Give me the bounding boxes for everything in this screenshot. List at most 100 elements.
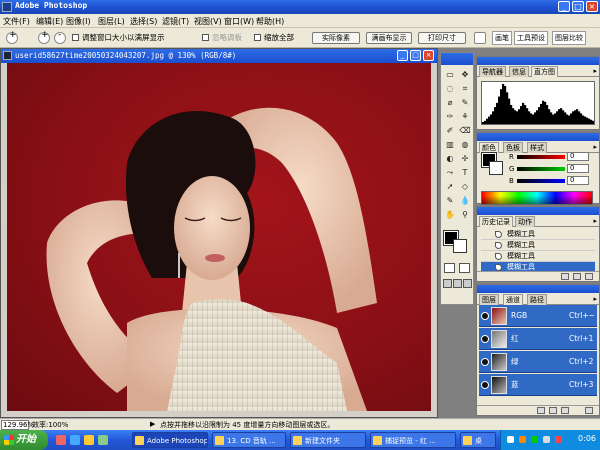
print-size-button[interactable]: 打印尺寸 — [418, 32, 466, 44]
tab-channels[interactable]: 通道 — [503, 294, 523, 305]
tool-icon[interactable]: ▭ — [444, 69, 456, 81]
eye-icon[interactable] — [481, 335, 489, 343]
vertical-scrollbar[interactable] — [431, 63, 437, 411]
maximize-button[interactable]: □ — [572, 1, 584, 12]
menu-view[interactable]: 视图(V) — [194, 16, 222, 27]
tool-icon[interactable]: ✥ — [459, 69, 471, 81]
tool-icon[interactable]: ✋ — [444, 209, 456, 221]
standard-mode-icon[interactable] — [444, 263, 455, 273]
tab-styles[interactable]: 样式 — [527, 142, 547, 153]
tool-icon[interactable]: ⚲ — [459, 209, 471, 221]
red-value[interactable]: 0 — [567, 152, 589, 161]
tool-icon[interactable]: ▥ — [444, 139, 456, 151]
horizontal-scrollbar[interactable] — [7, 411, 431, 417]
screen-mode-standard-icon[interactable] — [443, 279, 452, 288]
resize-window-checkbox[interactable] — [72, 34, 79, 41]
tab-swatches[interactable]: 色板 — [503, 142, 523, 153]
start-button[interactable]: 开始 — [0, 430, 48, 450]
menu-file[interactable]: 文件(F) — [3, 16, 30, 27]
image-canvas[interactable] — [7, 63, 431, 411]
tool-icon[interactable]: ✑ — [444, 111, 456, 123]
doc-minimize-button[interactable]: _ — [397, 50, 408, 61]
blue-slider[interactable] — [517, 179, 565, 183]
tool-icon[interactable]: ✎ — [459, 97, 471, 109]
doc-close-button[interactable]: × — [423, 50, 434, 61]
eye-icon[interactable] — [481, 312, 489, 320]
history-state[interactable]: 模糊工具 — [481, 251, 595, 262]
tool-icon[interactable]: ⌗ — [459, 83, 471, 95]
red-slider[interactable] — [517, 155, 565, 159]
task-capture-preview[interactable]: 捕捉预览 - 红 ... — [370, 432, 456, 448]
menu-window[interactable]: 窗口(W) — [224, 16, 254, 27]
channel-row-green[interactable]: 绿 Ctrl+2 — [479, 351, 597, 373]
status-menu-arrow[interactable]: ▶ — [150, 420, 155, 428]
palette-tab-tool-presets[interactable]: 工具预设 — [514, 31, 548, 45]
tray-icon[interactable] — [507, 436, 514, 443]
channel-row-blue[interactable]: 蓝 Ctrl+3 — [479, 374, 597, 396]
quick-mask-icon[interactable] — [459, 263, 470, 273]
eye-icon[interactable] — [481, 358, 489, 366]
tray-icon[interactable] — [555, 436, 562, 443]
tool-icon[interactable]: ⌫ — [459, 125, 471, 137]
zoom-out-icon[interactable] — [54, 30, 66, 44]
quicklaunch-desktop-icon[interactable] — [98, 435, 108, 445]
ignore-palettes-checkbox[interactable] — [202, 34, 209, 41]
eye-icon[interactable] — [481, 381, 489, 389]
tab-histogram[interactable]: 直方图 — [531, 66, 558, 77]
tab-history[interactable]: 历史记录 — [479, 216, 513, 227]
trash-icon[interactable] — [585, 273, 593, 280]
new-document-icon[interactable] — [573, 273, 581, 280]
history-state[interactable]: 模糊工具 — [481, 229, 595, 240]
palette-menu-icon[interactable]: ▸ — [593, 143, 597, 151]
menu-edit[interactable]: 编辑(E) — [36, 16, 63, 27]
task-cd-track[interactable]: 13. CD 音轨 ... — [212, 432, 286, 448]
palette-tab-layer-comps[interactable]: 图层比较 — [552, 31, 586, 45]
channel-row-rgb[interactable]: RGB Ctrl+~ — [479, 305, 597, 327]
new-snapshot-icon[interactable] — [561, 273, 569, 280]
close-button[interactable]: × — [586, 1, 598, 12]
tab-actions[interactable]: 动作 — [515, 216, 535, 227]
channel-row-red[interactable]: 红 Ctrl+1 — [479, 328, 597, 350]
doc-maximize-button[interactable]: □ — [410, 50, 421, 61]
green-slider[interactable] — [517, 167, 565, 171]
zoom-all-checkbox[interactable] — [254, 34, 261, 41]
tool-icon[interactable]: ⌀ — [444, 97, 456, 109]
color-ramp[interactable] — [481, 191, 593, 205]
tool-icon[interactable]: ◇ — [459, 181, 471, 193]
trash-icon[interactable] — [585, 407, 593, 414]
zoom-tool-icon[interactable] — [6, 30, 18, 44]
zoom-in-icon[interactable] — [38, 30, 50, 44]
tab-color[interactable]: 颜色 — [479, 142, 499, 153]
tool-icon[interactable]: 💧 — [459, 195, 471, 207]
screen-mode-full-icon[interactable] — [463, 279, 472, 288]
history-state[interactable]: 模糊工具 — [481, 240, 595, 251]
quicklaunch-ie-icon[interactable] — [70, 435, 80, 445]
menu-select[interactable]: 选择(S) — [130, 16, 157, 27]
blue-value[interactable]: 0 — [567, 176, 589, 185]
fit-on-screen-button[interactable]: 满画布显示 — [366, 32, 412, 44]
tool-icon[interactable]: ◍ — [459, 139, 471, 151]
tool-icon[interactable]: ➚ — [444, 181, 456, 193]
menu-image[interactable]: 图像(I) — [66, 16, 91, 27]
tab-navigator[interactable]: 导航器 — [479, 66, 506, 77]
palette-menu-icon[interactable]: ▸ — [593, 67, 597, 75]
new-channel-icon[interactable] — [561, 407, 569, 414]
color-bg-swatch[interactable] — [489, 161, 503, 175]
menu-layer[interactable]: 图层(L) — [98, 16, 125, 27]
zoom-field[interactable]: 129.96% — [1, 420, 34, 430]
tray-icon[interactable] — [531, 436, 538, 443]
load-selection-icon[interactable] — [537, 407, 545, 414]
tool-icon[interactable]: ✎ — [444, 195, 456, 207]
tool-icon[interactable]: ⤳ — [444, 167, 456, 179]
tab-paths[interactable]: 路径 — [527, 294, 547, 305]
tab-layers[interactable]: 图层 — [479, 294, 499, 305]
actual-pixels-button[interactable]: 实际像素 — [312, 32, 360, 44]
save-selection-icon[interactable] — [549, 407, 557, 414]
background-color-swatch[interactable] — [453, 239, 467, 253]
menu-filter[interactable]: 滤镜(T) — [162, 16, 189, 27]
menu-help[interactable]: 帮助(H) — [256, 16, 284, 27]
tool-icon[interactable]: ✢ — [459, 153, 471, 165]
tool-icon[interactable]: T — [459, 167, 471, 179]
task-photoshop[interactable]: Adobe Photoshop — [132, 432, 208, 448]
tray-icon[interactable] — [519, 436, 526, 443]
